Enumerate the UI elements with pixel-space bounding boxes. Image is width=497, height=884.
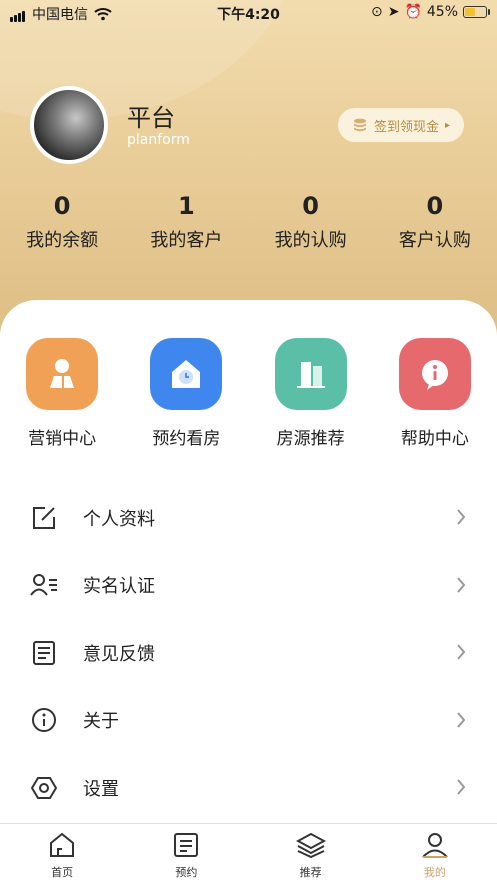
avatar[interactable]	[30, 86, 108, 164]
content-panel: 营销中心 预约看房 房源推荐 帮助中心 个人资料 实名认证 意见反馈 关于 设置	[0, 300, 497, 823]
info-icon	[30, 706, 58, 734]
edit-icon	[30, 504, 58, 532]
home-icon	[50, 832, 75, 857]
menu-label: 意见反馈	[83, 643, 155, 665]
chevron-right-icon	[457, 644, 466, 660]
id-verify-icon	[30, 571, 58, 599]
coin-stack-icon	[353, 118, 366, 132]
quick-marketing-center[interactable]: 营销中心	[0, 338, 124, 449]
quick-listing-recommend[interactable]: 房源推荐	[249, 338, 373, 449]
stat-value: 1	[178, 192, 195, 220]
stat-customer-subscriptions[interactable]: 0 客户认购	[373, 192, 497, 252]
user-name: 平台	[127, 104, 175, 132]
stat-my-subscriptions[interactable]: 0 我的认购	[249, 192, 373, 252]
quick-label: 帮助中心	[400, 429, 469, 449]
stat-customers[interactable]: 1 我的客户	[124, 192, 248, 252]
menu-item-verification[interactable]: 实名认证	[0, 552, 497, 620]
tab-label: 我的	[423, 866, 446, 879]
menu-item-settings[interactable]: 设置	[0, 754, 497, 822]
tab-label: 推荐	[299, 866, 322, 879]
checkin-label: 签到领现金	[373, 119, 439, 135]
stat-balance[interactable]: 0 我的余额	[0, 192, 124, 252]
menu-label: 实名认证	[83, 576, 155, 598]
tab-recommend[interactable]: 推荐	[249, 824, 373, 884]
tab-label: 预约	[175, 866, 198, 879]
menu-label: 个人资料	[83, 508, 155, 530]
stat-label: 我的客户	[150, 230, 223, 251]
menu-item-feedback[interactable]: 意见反馈	[0, 619, 497, 687]
chevron-right-icon	[457, 509, 466, 525]
quick-label: 营销中心	[28, 429, 97, 449]
chevron-right-icon	[457, 576, 466, 593]
tab-home[interactable]: 首页	[0, 824, 124, 884]
quick-label: 房源推荐	[276, 429, 345, 449]
tab-label: 首页	[51, 866, 74, 879]
quick-book-viewing[interactable]: 预约看房	[124, 338, 248, 449]
stat-value: 0	[53, 192, 71, 220]
appointment-icon	[174, 833, 199, 857]
checkin-button[interactable]: 签到领现金 ▸	[338, 108, 464, 142]
layers-icon	[295, 832, 326, 859]
menu-item-profile[interactable]: 个人资料	[0, 484, 497, 552]
quick-help-center[interactable]: 帮助中心	[373, 338, 497, 449]
battery-icon	[463, 6, 490, 18]
stat-label: 客户认购	[398, 230, 471, 251]
stat-label: 我的认购	[274, 230, 347, 251]
stat-value: 0	[302, 192, 319, 220]
rotation-lock-icon: ⊙	[370, 4, 383, 20]
stat-value: 0	[426, 192, 444, 220]
chevron-right-icon	[457, 779, 466, 795]
building-icon	[274, 338, 347, 410]
tab-appointment[interactable]: 预约	[124, 824, 248, 884]
menu-item-about[interactable]: 关于	[0, 687, 497, 755]
battery-percent: 45%	[426, 4, 458, 20]
menu-label: 关于	[83, 711, 119, 733]
status-bar: 中国电信 下午4:20 ⊙ ➤ ⏰ 45%	[0, 0, 497, 26]
quick-label: 预约看房	[152, 429, 221, 449]
tab-bar: 首页 预约 推荐 我的	[0, 823, 497, 884]
menu-label: 设置	[83, 778, 119, 800]
stat-label: 我的余额	[26, 230, 99, 251]
alarm-icon: ⏰	[404, 4, 422, 20]
settings-icon	[30, 774, 58, 802]
location-icon: ➤	[387, 4, 400, 20]
house-clock-icon	[150, 338, 223, 410]
user-account: planform	[127, 132, 190, 148]
chevron-right-icon	[457, 711, 466, 728]
marketing-icon	[26, 338, 99, 410]
feedback-icon	[30, 639, 58, 667]
tab-mine[interactable]: 我的	[373, 824, 497, 884]
chevron-right-icon: ▸	[444, 119, 451, 131]
user-icon	[422, 833, 448, 858]
help-icon	[398, 338, 471, 410]
